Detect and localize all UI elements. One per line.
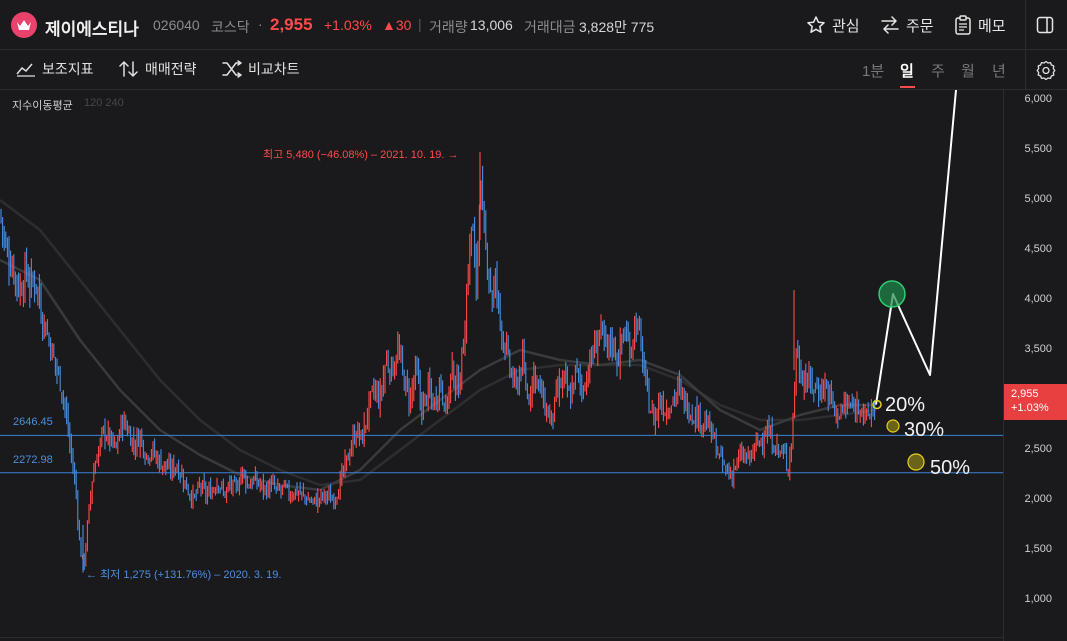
y-axis-tick: 2,500 [1024, 443, 1052, 455]
watch-button[interactable]: 관심 [806, 13, 860, 37]
amount-value: 3,828만 775 [579, 19, 655, 35]
low-annotation: ← 최저 1,275 (+131.76%) – 2020. 3. 19. [86, 566, 281, 582]
y-axis-tick: 2,000 [1024, 493, 1052, 505]
compare-button[interactable]: 비교차트 [222, 59, 300, 79]
amount-label: 거래대금 [524, 19, 576, 35]
stock-market: 코스닥 [211, 19, 250, 35]
gear-icon [1036, 60, 1056, 80]
period-year[interactable]: 년 [992, 60, 1006, 81]
up-down-arrows-icon [119, 61, 138, 77]
price-tag-pct: +1.03% [1011, 402, 1049, 414]
settings-button[interactable] [1036, 60, 1056, 80]
fib-marker[interactable] [886, 419, 900, 433]
ma-legend-periods: 120 240 [84, 97, 124, 109]
stock-header: 제이에스티나 026040 코스닥 · 2,955 +1.03% ▲30 | 거… [0, 0, 1067, 50]
period-week[interactable]: 주 [931, 60, 945, 81]
strategy-button[interactable]: 매매전략 [119, 59, 197, 79]
header-separator: | [418, 16, 422, 32]
chart-toolbar: 보조지표 매매전략 비교차트 1분 일 주 월 년 [0, 50, 1067, 90]
memo-label: 메모 [978, 17, 1006, 35]
y-axis-tick: 5,000 [1024, 193, 1052, 205]
left-arrow-icon: ← [86, 569, 101, 581]
fib-label-50: 50% [930, 457, 971, 479]
y-axis-tick: 4,000 [1024, 293, 1052, 305]
compare-label: 비교차트 [248, 61, 300, 77]
memo-button[interactable]: 메모 [954, 13, 1006, 37]
volume-value: 13,006 [470, 17, 513, 33]
header-dot: · [258, 16, 263, 32]
y-axis-tick: 1,500 [1024, 543, 1052, 555]
hline-label-lower[interactable]: 2272.98 [13, 454, 53, 466]
projection-line [875, 90, 957, 405]
panel-toggle-button[interactable] [1036, 13, 1054, 37]
order-button[interactable]: 주문 [880, 13, 934, 37]
ma240-line [0, 199, 877, 487]
period-day[interactable]: 일 [900, 60, 914, 81]
price-chart[interactable] [0, 90, 1067, 641]
toolbar-divider [1025, 50, 1026, 90]
period-1min[interactable]: 1분 [862, 60, 884, 81]
active-period-indicator [900, 86, 915, 88]
strategy-label: 매매전략 [145, 61, 197, 77]
stock-code: 026040 [153, 17, 200, 33]
y-axis-tick: 1,000 [1024, 593, 1052, 605]
indicators-button[interactable]: 보조지표 [16, 59, 94, 79]
period-month[interactable]: 월 [961, 60, 975, 81]
y-axis-tick: 6,000 [1024, 93, 1052, 105]
change-amount: ▲30 [382, 17, 412, 33]
horizontal-lines [0, 434, 1003, 474]
header-divider [1025, 0, 1026, 50]
price-tag-value: 2,955 [1011, 388, 1039, 400]
sidebar-panel-icon [1036, 16, 1054, 34]
high-annotation: 최고 5,480 (−46.08%) – 2021. 10. 19. → [263, 146, 458, 162]
crossing-arrows-icon [222, 60, 242, 78]
clipboard-icon [955, 15, 971, 35]
y-axis-tick: 5,500 [1024, 143, 1052, 155]
target-marker[interactable] [878, 280, 906, 308]
indicators-label: 보조지표 [42, 61, 94, 77]
stock-name[interactable]: 제이에스티나 [45, 15, 139, 40]
fib-label-30: 30% [904, 419, 945, 441]
y-axis-tick: 3,500 [1024, 343, 1052, 355]
moving-average-lines [0, 199, 877, 492]
trend-line-icon [16, 63, 35, 77]
hline-label-upper[interactable]: 2646.45 [13, 416, 53, 428]
current-price: 2,955 [270, 15, 313, 34]
ma-legend-title[interactable]: 지수이동평균 [12, 97, 73, 113]
right-arrow-icon: → [447, 149, 459, 161]
high-annotation-text: 최고 5,480 (−46.08%) – 2021. 10. 19. [263, 149, 445, 161]
fib-label-20: 20% [885, 394, 926, 416]
watch-label: 관심 [832, 17, 860, 35]
stock-logo [11, 12, 37, 38]
swap-arrows-icon [881, 16, 899, 34]
candlestick-series [0, 152, 876, 573]
volume-label: 거래량 [429, 19, 468, 35]
star-icon [807, 16, 825, 33]
change-percent: +1.03% [324, 17, 372, 33]
order-label: 주문 [906, 17, 934, 35]
current-price-tag: 2,955 +1.03% [1004, 384, 1067, 420]
crown-icon [17, 20, 31, 30]
low-annotation-text: 최저 1,275 (+131.76%) – 2020. 3. 19. [100, 569, 282, 581]
fib-marker[interactable] [907, 453, 925, 471]
y-axis-tick: 4,500 [1024, 243, 1052, 255]
